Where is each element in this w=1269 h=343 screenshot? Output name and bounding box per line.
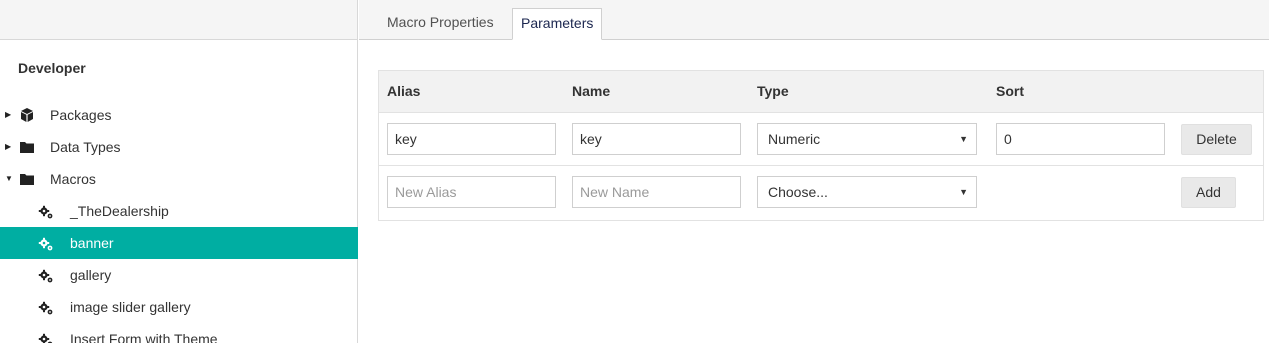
tab-parameters[interactable]: Parameters [512,8,603,40]
new-alias-input[interactable]: New Alias [387,176,556,208]
caret-right-icon[interactable]: ▶ [5,110,15,120]
tree-item-label: banner [70,235,114,251]
tree-item-label: Insert Form with Theme [70,331,218,343]
tree-item-label: gallery [70,267,112,283]
tree-item-macros[interactable]: ▼ Macros [0,163,358,195]
gears-icon [38,268,54,284]
folder-icon [19,139,35,155]
tree-item-label: Macros [50,171,96,187]
tree-item-gallery[interactable]: gallery [0,259,358,291]
section-heading: Developer [18,60,86,76]
main-panel: Macro Properties Parameters Alias Name T… [359,0,1269,343]
tree-item-insert-form-with-theme[interactable]: Insert Form with Theme [0,323,358,343]
dropdown-arrow-icon: ▼ [959,187,968,197]
name-input[interactable]: key [572,123,741,155]
new-type-select-value: Choose... [768,184,828,200]
parameters-table: Alias Name Type Sort key key Numeric ▼ 0… [378,70,1264,221]
gears-icon [38,236,54,252]
sort-input[interactable]: 0 [996,123,1165,155]
column-header-alias: Alias [387,83,421,99]
column-header-sort: Sort [996,83,1024,99]
delete-button[interactable]: Delete [1181,124,1252,155]
folder-icon [19,171,35,187]
gears-icon [38,332,54,343]
gears-icon [38,204,54,220]
column-header-type: Type [757,83,789,99]
new-name-input[interactable]: New Name [572,176,741,208]
tree-item-banner[interactable]: banner [0,227,358,259]
new-parameter-row: New Alias New Name Choose... ▼ Add [379,166,1263,219]
tree-item-thedealership[interactable]: _TheDealership [0,195,358,227]
tree-item-label: image slider gallery [70,299,191,315]
add-button[interactable]: Add [1181,177,1236,208]
new-type-select[interactable]: Choose... ▼ [757,176,977,208]
app-root: Developer ▶ Packages ▶ Data Types ▼ Macr… [0,0,1269,343]
table-header: Alias Name Type Sort [379,71,1263,113]
dropdown-arrow-icon: ▼ [959,134,968,144]
table-row: key key Numeric ▼ 0 Delete [379,113,1263,166]
tree-item-label: Packages [50,107,112,123]
tree-item-label: _TheDealership [70,203,169,219]
tree-item-packages[interactable]: ▶ Packages [0,99,358,131]
tree: ▶ Packages ▶ Data Types ▼ Macros _TheDea… [0,99,358,343]
tree-item-label: Data Types [50,139,121,155]
tab-bar: Macro Properties Parameters [359,0,1269,40]
type-select-value: Numeric [768,131,821,147]
caret-right-icon[interactable]: ▶ [5,142,15,152]
caret-down-icon[interactable]: ▼ [5,174,15,184]
type-select[interactable]: Numeric ▼ [757,123,977,155]
sidebar-top-bar [0,0,357,40]
tree-item-image-slider-gallery[interactable]: image slider gallery [0,291,358,323]
sidebar: Developer ▶ Packages ▶ Data Types ▼ Macr… [0,0,358,343]
alias-input[interactable]: key [387,123,556,155]
tab-macro-properties[interactable]: Macro Properties [379,8,502,40]
tree-item-data-types[interactable]: ▶ Data Types [0,131,358,163]
column-header-name: Name [572,83,611,99]
gears-icon [38,300,54,316]
package-icon [19,107,35,123]
